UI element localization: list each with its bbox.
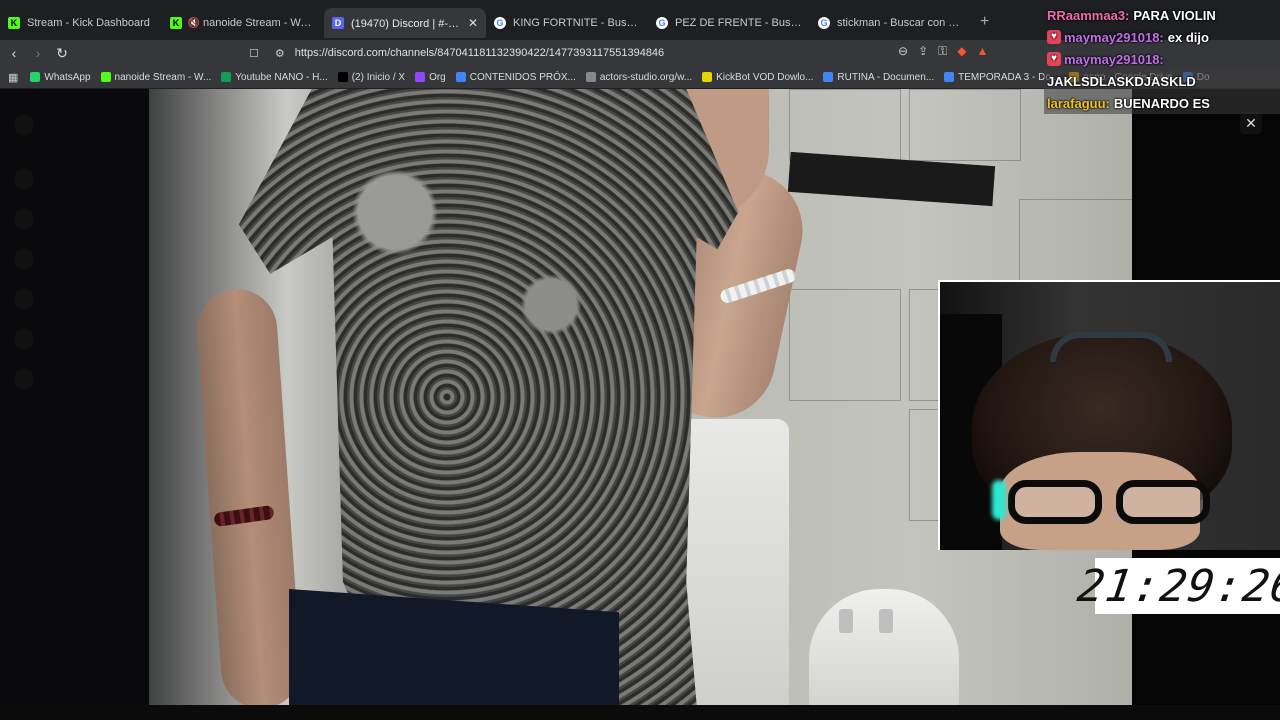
bottom-bar (0, 705, 1280, 720)
bookmark-label: actors-studio.org/w... (599, 71, 693, 83)
chat-username: maymay291018: (1064, 29, 1164, 45)
bookmark-label: WhatsApp (44, 71, 91, 83)
google-icon: G (818, 17, 830, 29)
bookmark-item[interactable]: WhatsApp (30, 71, 91, 83)
tab-title: KING FORTNITE - Buscar con Google (513, 17, 640, 29)
close-image-button[interactable]: ✕ (1240, 112, 1262, 134)
chat-username: larafaguu: (1047, 95, 1110, 111)
bookmark-item[interactable]: actors-studio.org/w... (585, 71, 693, 83)
heart-badge-icon: ♥ (1047, 30, 1061, 44)
back-icon[interactable]: ‹ (4, 45, 24, 61)
bookmark-favicon-icon (455, 72, 466, 82)
bookmark-favicon-icon (702, 72, 713, 82)
bookmark-favicon-icon (221, 72, 232, 82)
bookmark-favicon-icon (30, 72, 41, 82)
clock-time: 21:29:26 (1073, 560, 1280, 612)
google-icon: G (494, 17, 506, 29)
dimmed-discord-sidebar (0, 89, 149, 705)
tab-title: PEZ DE FRENTE - Buscar con Google (675, 17, 802, 29)
google-icon: G (656, 17, 668, 29)
bookmark-item[interactable]: CONTENIDOS PRÓX... (455, 71, 576, 83)
bookmark-favicon-icon (823, 72, 834, 82)
stream-clock: 21:29:26 (1074, 558, 1280, 614)
bookmark-star-icon[interactable]: ☐ (249, 47, 259, 60)
url-text[interactable]: https://discord.com/channels/84704118113… (295, 47, 664, 59)
forward-icon[interactable]: › (28, 45, 48, 61)
bookmark-label: Org (429, 71, 446, 83)
brave-rewards-icon[interactable]: ▲ (977, 44, 989, 59)
bookmark-favicon-icon (944, 72, 955, 82)
apps-grid-icon[interactable]: ▦ (8, 71, 18, 84)
site-info-icon[interactable]: ⚙ (275, 47, 285, 60)
heart-badge-icon: ♥ (1047, 52, 1061, 66)
stream-chat-overlay: RRaammaa3: PARA VIOLIN ♥ maymay291018: ex di… (1044, 4, 1280, 114)
tab-title: nanoide Stream - Watch Live on (203, 17, 316, 29)
tab-4[interactable]: G PEZ DE FRENTE - Buscar con Google (648, 8, 810, 38)
tab-3[interactable]: G KING FORTNITE - Buscar con Google (486, 8, 648, 38)
reload-icon[interactable]: ↻ (52, 45, 72, 62)
brave-shield-icon[interactable]: ◆ (957, 44, 966, 59)
close-tab-icon[interactable]: ✕ (468, 16, 478, 30)
bookmark-label: nanoide Stream - W... (114, 71, 212, 83)
address-bar[interactable]: ☐ ⚙ https://discord.com/channels/8470411… (245, 42, 995, 64)
tab-2[interactable]: D (19470) Discord | #-🕶️ | parejas ✕ (324, 8, 486, 38)
bookmark-favicon-icon (337, 72, 348, 82)
chat-text: PARA VIOLIN (1133, 7, 1216, 23)
bookmark-item[interactable]: TEMPORADA 3 - Do... (944, 72, 1059, 83)
bookmark-item[interactable]: Org (415, 72, 446, 83)
bookmark-label: (2) Inicio / X (351, 71, 406, 83)
chat-text: ex dijo (1167, 29, 1209, 45)
discord-icon: D (332, 17, 344, 29)
tab-1[interactable]: K 🔇nanoide Stream - Watch Live on (162, 8, 324, 38)
bookmark-item[interactable]: KickBot VOD Dowlo... (702, 72, 813, 83)
tab-title: stickman - Buscar con Google (837, 17, 964, 29)
toolbar-actions: ⊖ ⇪ ⚿ ◆ ▲ (898, 44, 988, 59)
bookmark-item[interactable]: Youtube NANO - H... (221, 71, 328, 83)
bookmark-favicon-icon (100, 72, 111, 82)
bookmark-label: RUTINA - Documen... (837, 71, 935, 83)
bookmark-favicon-icon (585, 72, 596, 82)
kick-icon: K (8, 17, 20, 29)
webcam-overlay (938, 280, 1280, 550)
muted-speaker-icon[interactable]: 🔇 (188, 17, 200, 29)
tab-title: (19470) Discord | #-🕶️ | parejas (351, 17, 462, 30)
keys-icon[interactable]: ⚿ (938, 44, 947, 59)
bookmark-favicon-icon (415, 72, 426, 82)
chat-message: RRaammaa3: PARA VIOLIN (1044, 4, 1280, 26)
chat-username: RRaammaa3: (1047, 7, 1130, 23)
chat-text: BUENARDO ES (1113, 95, 1210, 111)
bookmark-item[interactable]: RUTINA - Documen... (823, 72, 934, 83)
tab-5[interactable]: Gstickman - Buscar con Google (810, 8, 972, 38)
chat-message: ♥ maymay291018: ex dijo (1044, 26, 1280, 48)
bookmark-label: KickBot VOD Dowlo... (716, 71, 814, 83)
tab-title: Stream - Kick Dashboard (27, 17, 150, 29)
chat-message: larafaguu: BUENARDO ES (1044, 92, 1280, 114)
chat-text: JAKLSDLASKDJASKLD (1047, 73, 1196, 89)
bookmark-label: Youtube NANO - H... (235, 71, 328, 83)
chat-username: maymay291018: (1064, 51, 1164, 67)
bookmark-item[interactable]: (2) Inicio / X (337, 71, 406, 83)
new-tab-button[interactable]: + (980, 13, 989, 31)
bookmark-item[interactable]: nanoide Stream - W... (100, 71, 212, 83)
tab-0[interactable]: K Stream - Kick Dashboard (0, 8, 162, 38)
chat-message: JAKLSDLASKDJASKLD (1044, 70, 1280, 92)
zoom-icon[interactable]: ⊖ (898, 44, 908, 59)
share-icon[interactable]: ⇪ (918, 44, 928, 59)
bookmark-label: CONTENIDOS PRÓX... (469, 71, 576, 83)
kick-icon: K (170, 17, 182, 29)
chat-message: ♥ maymay291018: (1044, 48, 1280, 70)
